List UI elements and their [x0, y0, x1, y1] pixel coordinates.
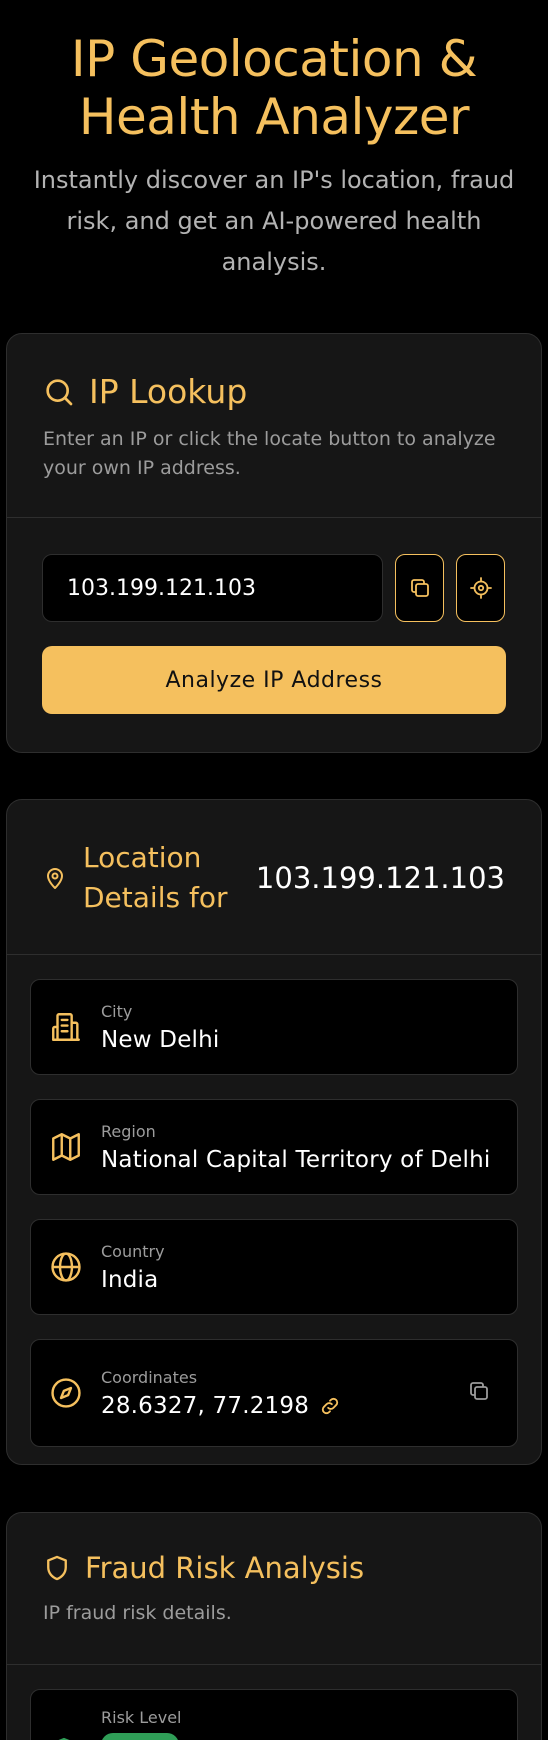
page-title-line-1: IP Geolocation & [70, 30, 478, 88]
map-icon [49, 1130, 83, 1164]
copy-icon [408, 576, 432, 600]
coordinates-label: Coordinates [101, 1367, 198, 1387]
page-title-line-2: Health Analyzer [78, 88, 470, 146]
location-details-card: Location Details for 103.199.121.103 Cit… [6, 799, 542, 1465]
region-value: National Capital Territory of Delhi [101, 1146, 491, 1173]
globe-icon [49, 1250, 83, 1284]
ip-lookup-card: IP Lookup Enter an IP or click the locat… [6, 333, 542, 753]
risk-level-badge [101, 1733, 179, 1740]
hero: IP Geolocation & Health Analyzer Instant… [0, 0, 548, 283]
location-details-title: Location Details for [83, 841, 228, 914]
analyze-ip-button[interactable]: Analyze IP Address [42, 646, 506, 714]
city-box: City New Delhi [30, 979, 518, 1075]
risk-level-label: Risk Level [101, 1708, 182, 1727]
risk-level-box: Risk Level [30, 1689, 518, 1740]
country-value: India [101, 1266, 159, 1293]
city-label: City [101, 1001, 133, 1021]
map-pin-icon [43, 866, 67, 890]
ip-lookup-title: IP Lookup [89, 372, 248, 411]
coordinates-box: Coordinates 28.6327, 77.2198 [30, 1339, 518, 1447]
fraud-risk-description: IP fraud risk details. [43, 1602, 232, 1624]
copy-ip-button[interactable] [395, 554, 444, 622]
ip-lookup-description: Enter an IP or click the locate button t… [43, 428, 496, 479]
country-label: Country [101, 1241, 165, 1261]
page-subtitle: Instantly discover an IP's location, fra… [33, 166, 515, 276]
copy-coordinates-button[interactable] [467, 1379, 491, 1407]
search-icon [43, 376, 75, 408]
city-value: New Delhi [101, 1026, 220, 1053]
fraud-risk-card: Fraud Risk Analysis IP fraud risk detail… [6, 1512, 542, 1740]
region-label: Region [101, 1121, 156, 1141]
locate-icon [469, 576, 493, 600]
shield-check-icon [49, 1736, 83, 1740]
compass-icon [49, 1376, 83, 1410]
country-box: Country India [30, 1219, 518, 1315]
location-ip: 103.199.121.103 [255, 861, 505, 895]
fraud-risk-title: Fraud Risk Analysis [85, 1551, 365, 1585]
link-icon[interactable] [319, 1395, 353, 1417]
shield-icon [43, 1554, 71, 1582]
ip-input[interactable] [42, 554, 383, 622]
building-icon [49, 1010, 83, 1044]
coordinates-value: 28.6327, 77.2198 [101, 1392, 310, 1419]
region-box: Region National Capital Territory of Del… [30, 1099, 518, 1195]
page-title: IP Geolocation & Health Analyzer [0, 30, 548, 146]
locate-button[interactable] [456, 554, 505, 622]
